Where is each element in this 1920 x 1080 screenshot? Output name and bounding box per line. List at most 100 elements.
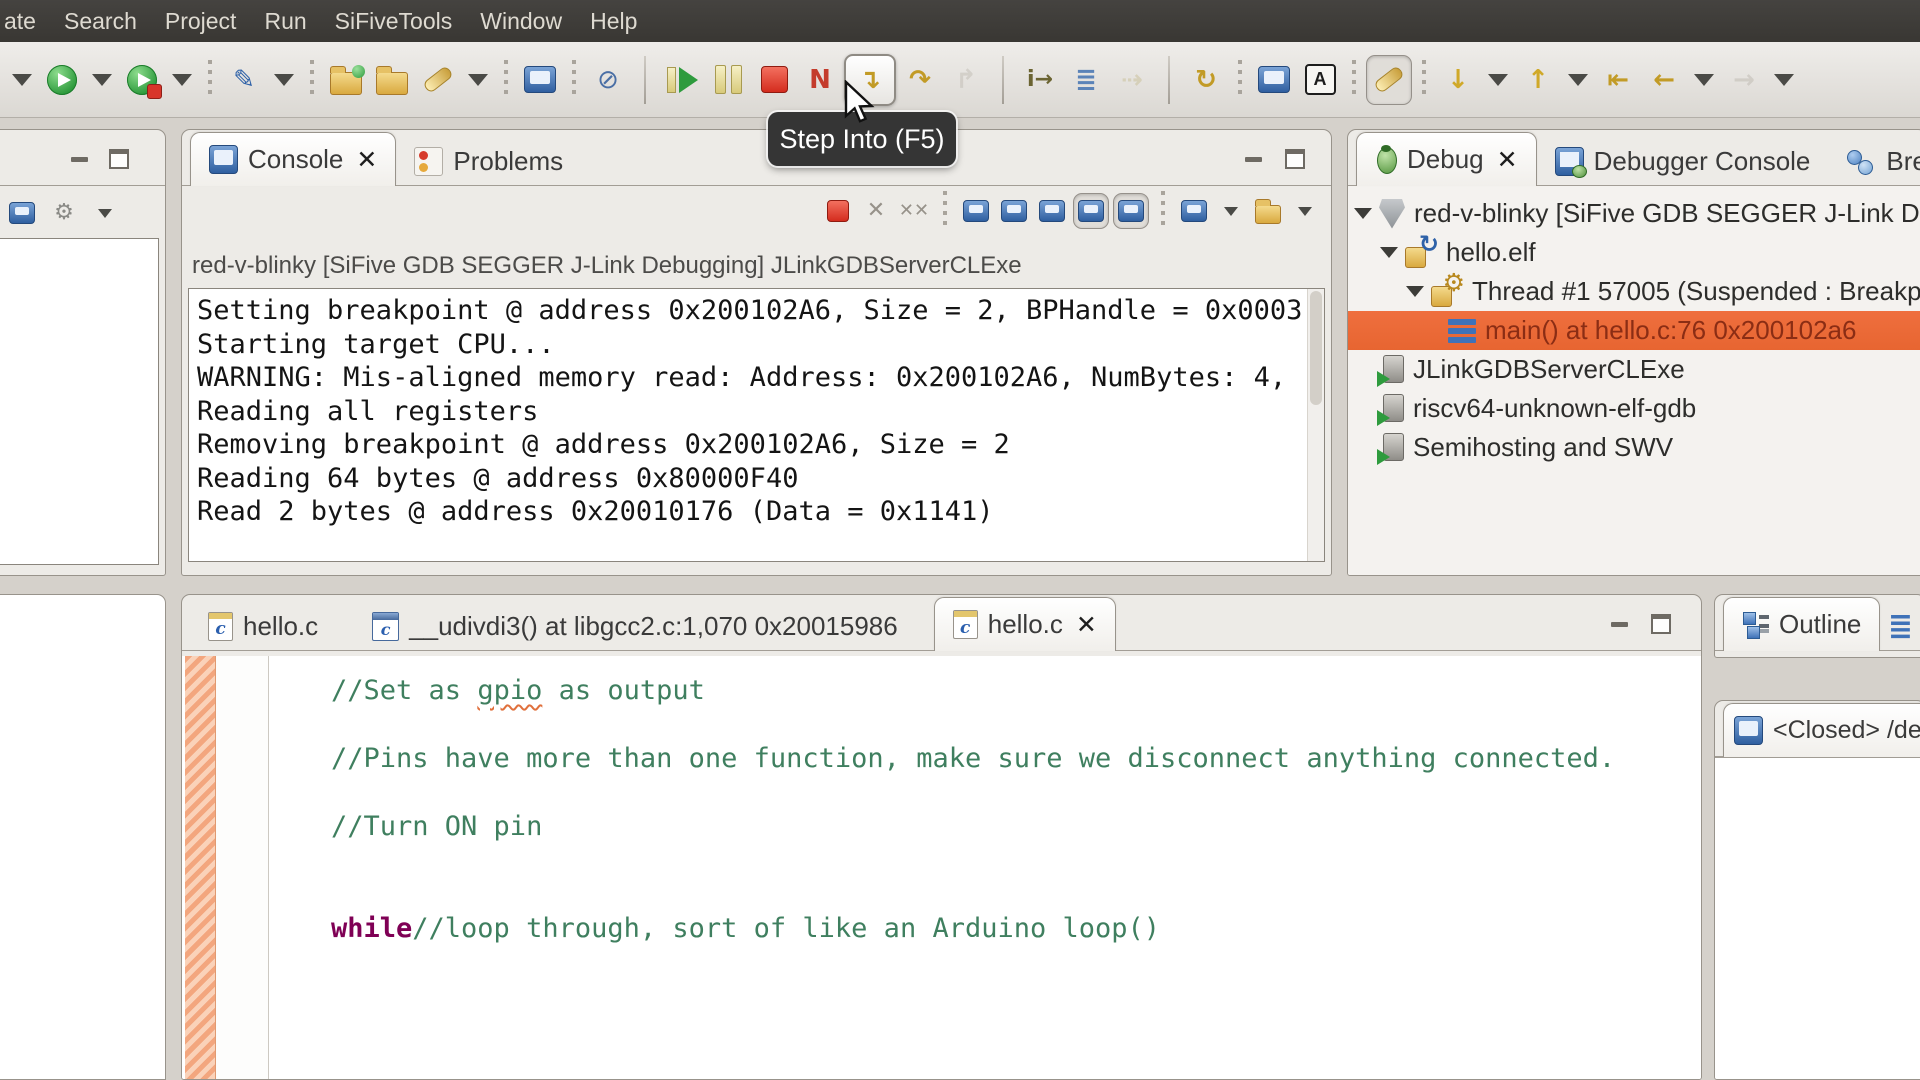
remove-all-launches-button[interactable]: ✕✕ bbox=[897, 194, 931, 228]
launch-config-dropdown[interactable] bbox=[268, 56, 300, 104]
use-step-filters-toggle[interactable]: ⇢ bbox=[1110, 56, 1154, 104]
left-view-icon-2[interactable]: ⚙ bbox=[47, 196, 81, 230]
menu-item-help[interactable]: Help bbox=[576, 8, 651, 35]
open-console-view-button[interactable] bbox=[518, 56, 562, 104]
left-view-icon-1[interactable] bbox=[5, 196, 39, 230]
menu-item-window[interactable]: Window bbox=[466, 8, 576, 35]
remove-launch-button[interactable]: ✕ bbox=[859, 194, 893, 228]
close-tab-icon[interactable]: ✕ bbox=[356, 145, 377, 174]
code-editor[interactable]: metal_gpio_disable_input(led0, 5); //Set… bbox=[182, 656, 1701, 1079]
tab-console[interactable]: Console ✕ bbox=[190, 132, 397, 186]
step-over-button[interactable]: ↷ bbox=[898, 56, 942, 104]
tab-hello-c-1[interactable]: c hello.c bbox=[190, 602, 336, 650]
minimize-button[interactable] bbox=[1603, 611, 1635, 637]
resume-button[interactable] bbox=[660, 56, 704, 104]
terminal-panel: <Closed> /de bbox=[1714, 700, 1920, 1080]
debug-tree-row[interactable]: hello.elf bbox=[1348, 230, 1920, 272]
pin-console-toggle[interactable] bbox=[1113, 193, 1149, 229]
open-console-dropdown[interactable] bbox=[1289, 194, 1321, 228]
left-view-menu-dropdown[interactable] bbox=[89, 196, 121, 230]
code-text[interactable]: metal_gpio_disable_input(led0, 5); //Set… bbox=[331, 656, 1615, 946]
clear-console-button[interactable] bbox=[959, 194, 993, 228]
previous-annotation-button-icon: ↑ bbox=[1527, 64, 1549, 95]
tab-udivdi3[interactable]: c __udivdi3() at libgcc2.c:1,070 0x200159… bbox=[354, 602, 916, 650]
debug-button[interactable] bbox=[120, 56, 164, 104]
previous-annotation-dropdown[interactable] bbox=[1562, 56, 1594, 104]
tab-debugger-console[interactable]: Debugger Console bbox=[1537, 137, 1829, 185]
verbose-mode-toggle[interactable]: A bbox=[1298, 56, 1342, 104]
maximize-button[interactable] bbox=[1279, 146, 1311, 172]
maximize-button[interactable] bbox=[1645, 611, 1677, 637]
left-bottom-panel[interactable] bbox=[0, 594, 166, 1080]
back-button[interactable]: ← bbox=[1642, 56, 1686, 104]
expand-arrow-icon[interactable] bbox=[1406, 286, 1424, 297]
tab-debug[interactable]: Debug ✕ bbox=[1356, 132, 1537, 186]
debug-tree-row[interactable]: main() at hello.c:76 0x200102a6 bbox=[1348, 311, 1920, 350]
last-edit-location-button[interactable]: ⇤ bbox=[1596, 56, 1640, 104]
console-scrollbar[interactable] bbox=[1307, 289, 1324, 561]
flashlight-button[interactable] bbox=[416, 56, 460, 104]
sort-icon[interactable]: ≣ bbox=[1888, 609, 1913, 644]
left-view-content[interactable] bbox=[0, 238, 159, 565]
left-view-panel: ⚙ bbox=[0, 129, 166, 576]
skip-all-breakpoints-toggle-icon: ⊘ bbox=[597, 64, 619, 95]
minimize-button[interactable] bbox=[63, 146, 95, 172]
suspend-button[interactable] bbox=[706, 56, 750, 104]
next-annotation-dropdown[interactable] bbox=[1482, 56, 1514, 104]
run-dropdown[interactable] bbox=[86, 56, 118, 104]
menu-bar: ate Search Project Run SiFiveTools Window Help bbox=[0, 0, 1920, 42]
debug-tree-row[interactable]: Thread #1 57005 (Suspended : Breakpo bbox=[1348, 268, 1920, 311]
tab-outline[interactable]: Outline bbox=[1723, 597, 1881, 651]
terminate-button[interactable] bbox=[752, 56, 796, 104]
menu-item-search[interactable]: Search bbox=[50, 8, 151, 35]
debug-tree-row[interactable]: red-v-blinky [SiFive GDB SEGGER J-Link D… bbox=[1348, 194, 1920, 233]
expand-arrow-icon[interactable] bbox=[1354, 208, 1372, 219]
next-annotation-button[interactable]: ↓ bbox=[1436, 56, 1480, 104]
terminate-console-button[interactable] bbox=[821, 194, 855, 228]
menu-item-project[interactable]: Project bbox=[151, 8, 251, 35]
new-console-button[interactable] bbox=[1252, 56, 1296, 104]
previous-annotation-button[interactable]: ↑ bbox=[1516, 56, 1560, 104]
open-run-config-button[interactable] bbox=[324, 56, 368, 104]
instruction-stepping-toggle[interactable]: ≣ bbox=[1064, 56, 1108, 104]
debug-dropdown[interactable] bbox=[166, 56, 198, 104]
new-wizard-dropdown[interactable] bbox=[6, 56, 38, 104]
close-tab-icon[interactable]: ✕ bbox=[1497, 145, 1518, 174]
forward-dropdown[interactable] bbox=[1768, 56, 1800, 104]
tab-breakpoints[interactable]: Bre bbox=[1828, 137, 1920, 185]
step-return-button[interactable]: ↱ bbox=[944, 56, 988, 104]
show-stdout-toggle[interactable] bbox=[1073, 193, 1109, 229]
minimize-button[interactable] bbox=[1237, 146, 1269, 172]
console-line: WARNING: Mis-aligned memory read: Addres… bbox=[197, 362, 1287, 393]
close-tab-icon[interactable]: ✕ bbox=[1076, 610, 1097, 639]
menu-item-run[interactable]: Run bbox=[250, 8, 320, 35]
display-selected-console-button[interactable] bbox=[1177, 194, 1211, 228]
menu-item-sifivetools[interactable]: SiFiveTools bbox=[321, 8, 467, 35]
new-launch-config-button[interactable]: ✎ bbox=[222, 56, 266, 104]
menu-item-ate[interactable]: ate bbox=[2, 8, 50, 35]
maximize-button[interactable] bbox=[103, 146, 135, 172]
flashlight-dropdown[interactable] bbox=[462, 56, 494, 104]
disconnect-button[interactable]: N bbox=[798, 56, 842, 104]
console-output[interactable]: Setting breakpoint @ address 0x200102A6,… bbox=[188, 288, 1325, 562]
restart-button[interactable]: ↻ bbox=[1184, 56, 1228, 104]
debug-tree-row[interactable]: JLinkGDBServerCLExe bbox=[1348, 350, 1920, 389]
tab-problems[interactable]: Problems bbox=[396, 137, 581, 185]
run-button[interactable] bbox=[40, 56, 84, 104]
open-project-button[interactable] bbox=[370, 56, 414, 104]
word-wrap-toggle[interactable] bbox=[1035, 194, 1069, 228]
expand-arrow-icon[interactable] bbox=[1380, 247, 1398, 258]
forward-button[interactable]: → bbox=[1722, 56, 1766, 104]
tab-terminal[interactable]: <Closed> /de bbox=[1723, 703, 1920, 757]
open-console-button[interactable] bbox=[1251, 194, 1285, 228]
tab-hello-c-active[interactable]: c hello.c ✕ bbox=[933, 597, 1116, 651]
skip-all-breakpoints-toggle[interactable]: ⊘ bbox=[586, 56, 630, 104]
display-console-dropdown[interactable] bbox=[1215, 194, 1247, 228]
back-dropdown[interactable] bbox=[1688, 56, 1720, 104]
debug-tree-row[interactable]: riscv64-unknown-elf-gdb bbox=[1348, 389, 1920, 428]
highlight-toggle-button[interactable] bbox=[1366, 54, 1412, 105]
terminal-content[interactable] bbox=[1715, 757, 1920, 1079]
debug-tree-row[interactable]: Semihosting and SWV bbox=[1348, 428, 1920, 467]
instruction-step-button[interactable]: i→ bbox=[1018, 56, 1062, 104]
scroll-lock-toggle[interactable] bbox=[997, 194, 1031, 228]
